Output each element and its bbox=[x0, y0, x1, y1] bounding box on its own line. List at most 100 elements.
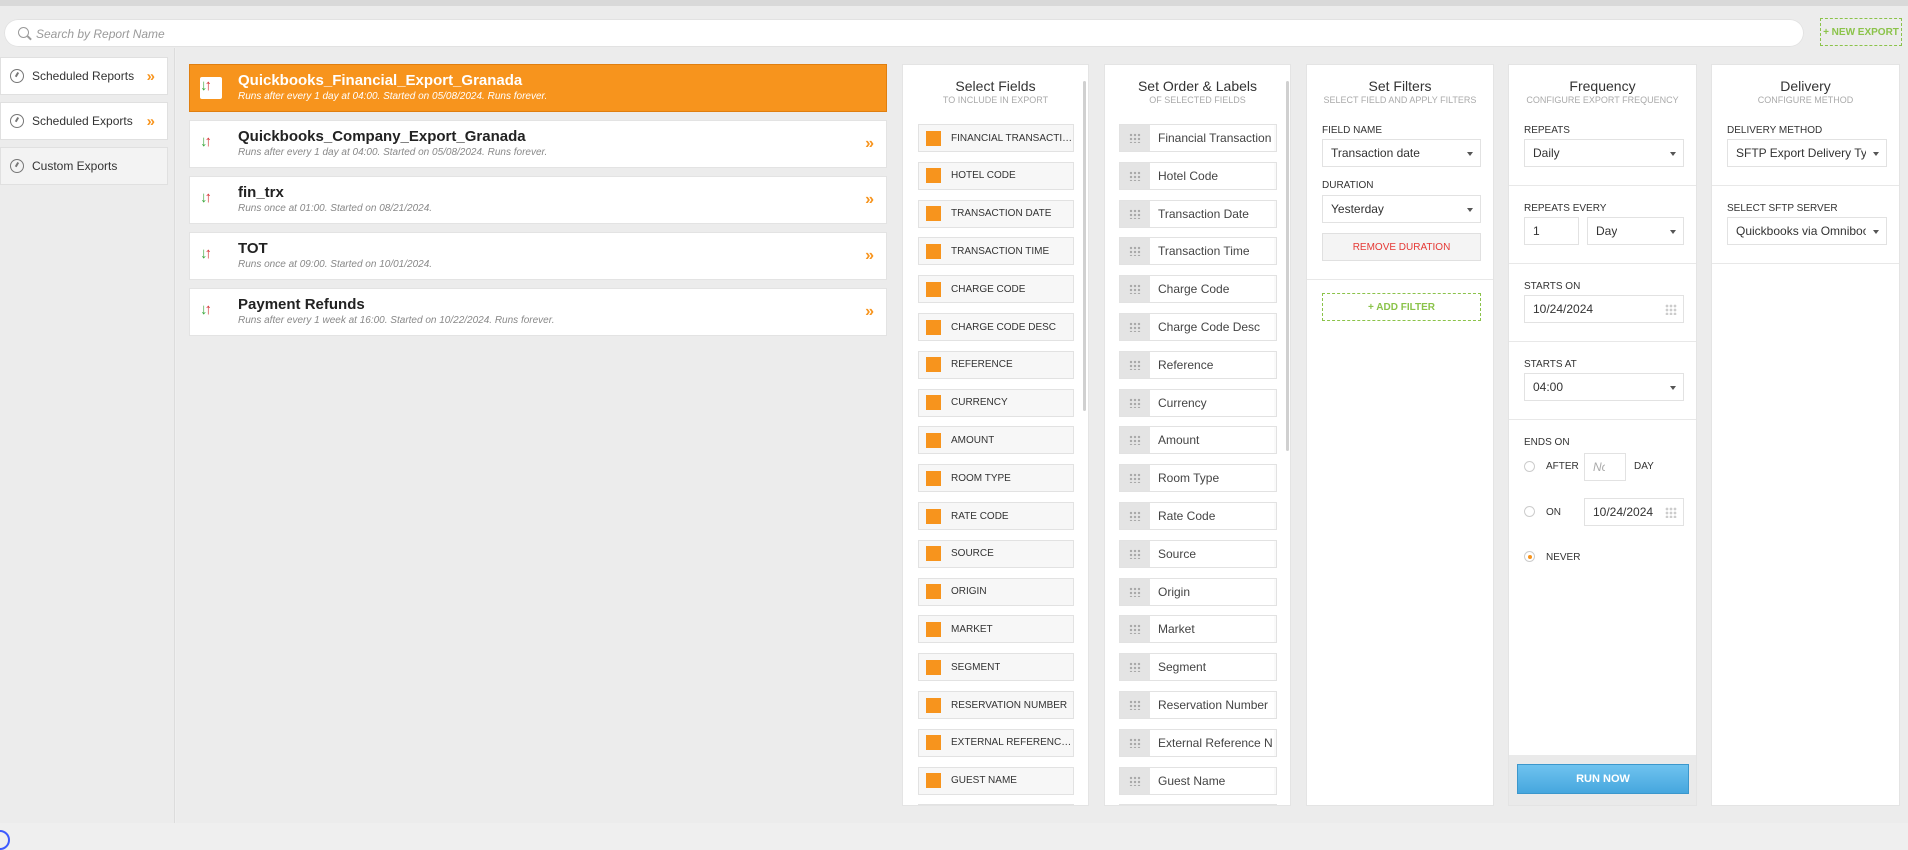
field-label-input[interactable] bbox=[1150, 805, 1274, 806]
double-chevron-right-icon[interactable]: » bbox=[865, 247, 874, 265]
checkbox-icon[interactable] bbox=[926, 659, 941, 675]
new-export-button[interactable]: + NEW EXPORT bbox=[1820, 18, 1902, 46]
field-label-input[interactable] bbox=[1150, 767, 1274, 794]
drag-handle-icon[interactable] bbox=[1120, 276, 1150, 303]
checkbox-icon[interactable] bbox=[926, 357, 941, 373]
field-option[interactable] bbox=[918, 804, 1074, 805]
ends-never-radio[interactable] bbox=[1524, 551, 1535, 562]
checkbox-icon[interactable] bbox=[926, 697, 941, 713]
field-label-input[interactable] bbox=[1150, 465, 1274, 492]
drag-handle-icon[interactable] bbox=[1120, 200, 1150, 227]
drag-handle-icon[interactable] bbox=[1120, 540, 1150, 567]
field-option[interactable]: GUEST NAME bbox=[918, 766, 1074, 795]
field-option[interactable]: AMOUNT bbox=[918, 426, 1074, 455]
field-option[interactable]: TRANSACTION TIME bbox=[918, 237, 1074, 266]
ends-on-date-input[interactable]: 10/24/2024 bbox=[1584, 498, 1684, 526]
drag-handle-icon[interactable] bbox=[1120, 389, 1150, 416]
checkbox-icon[interactable] bbox=[926, 281, 941, 297]
run-now-button[interactable]: RUN NOW bbox=[1517, 764, 1689, 794]
field-option[interactable]: SOURCE bbox=[918, 539, 1074, 568]
report-card[interactable]: ↓↑ fin_trx Runs once at 01:00. Started on … bbox=[189, 176, 887, 224]
drag-handle-icon[interactable] bbox=[1120, 692, 1150, 718]
field-label-input[interactable] bbox=[1150, 503, 1274, 529]
starts-at-select[interactable]: 04:00 bbox=[1524, 373, 1684, 401]
nav-item-custom-exports[interactable]: Custom Exports bbox=[0, 147, 168, 185]
duration-select[interactable]: Yesterday bbox=[1322, 195, 1481, 223]
field-label-input[interactable] bbox=[1150, 616, 1274, 643]
checkbox-icon[interactable] bbox=[926, 584, 941, 600]
field-option[interactable]: MARKET bbox=[918, 615, 1074, 644]
repeats-every-unit-select[interactable]: Day bbox=[1587, 217, 1684, 245]
double-chevron-right-icon[interactable]: » bbox=[865, 191, 874, 209]
delivery-method-select[interactable]: SFTP Export Delivery Type bbox=[1727, 139, 1887, 167]
drag-handle-icon[interactable] bbox=[1120, 503, 1150, 529]
field-option[interactable]: FINANCIAL TRANSACTION ID bbox=[918, 124, 1074, 152]
checkbox-icon[interactable] bbox=[926, 432, 941, 448]
scrollbar[interactable] bbox=[1286, 81, 1289, 451]
field-label-input[interactable] bbox=[1150, 351, 1274, 378]
field-option[interactable]: SEGMENT bbox=[918, 653, 1074, 682]
checkbox-icon[interactable] bbox=[926, 130, 941, 146]
ends-after-count-input[interactable]: No. bbox=[1584, 453, 1626, 481]
checkbox-icon[interactable] bbox=[926, 395, 941, 411]
drag-handle-icon[interactable] bbox=[1120, 162, 1150, 189]
field-option[interactable]: ROOM TYPE bbox=[918, 464, 1074, 493]
field-label-input[interactable] bbox=[1150, 427, 1274, 454]
checkbox-icon[interactable] bbox=[926, 168, 941, 184]
report-card[interactable]: ↓↑ Quickbooks_Company_Export_Granada Runs … bbox=[189, 120, 887, 168]
drag-handle-icon[interactable] bbox=[1120, 616, 1150, 643]
field-option[interactable]: TRANSACTION DATE bbox=[918, 199, 1074, 228]
field-label-input[interactable] bbox=[1150, 578, 1274, 605]
drag-handle-icon[interactable] bbox=[1120, 805, 1150, 806]
field-label-input[interactable] bbox=[1150, 125, 1274, 151]
field-option[interactable]: CHARGE CODE bbox=[918, 275, 1074, 304]
checkbox-icon[interactable] bbox=[926, 773, 941, 789]
starts-on-date-input[interactable]: 10/24/2024 bbox=[1524, 295, 1684, 323]
field-option[interactable]: CHARGE CODE DESC bbox=[918, 313, 1074, 341]
checkbox-icon[interactable] bbox=[926, 470, 941, 486]
calendar-icon[interactable] bbox=[1665, 507, 1677, 518]
repeats-every-input[interactable]: 1 bbox=[1524, 217, 1579, 245]
report-card[interactable]: ↓↑ Payment Refunds Runs after every 1 week… bbox=[189, 288, 887, 336]
field-label-input[interactable] bbox=[1150, 200, 1274, 227]
checkbox-icon[interactable] bbox=[926, 243, 941, 259]
calendar-icon[interactable] bbox=[1665, 304, 1677, 315]
drag-handle-icon[interactable] bbox=[1120, 654, 1150, 681]
add-filter-button[interactable]: + ADD FILTER bbox=[1322, 293, 1481, 321]
search-input[interactable] bbox=[34, 19, 1788, 49]
field-name-select[interactable]: Transaction date bbox=[1322, 139, 1481, 167]
sftp-server-select[interactable]: Quickbooks via Omniboos bbox=[1727, 217, 1887, 245]
drag-handle-icon[interactable] bbox=[1120, 351, 1150, 378]
ends-on-radio[interactable] bbox=[1524, 506, 1535, 517]
drag-handle-icon[interactable] bbox=[1120, 767, 1150, 794]
report-card[interactable]: ↓↑ TOT Runs once at 09:00. Started on 10/0… bbox=[189, 232, 887, 280]
checkbox-icon[interactable] bbox=[926, 621, 941, 637]
help-bubble-icon[interactable] bbox=[0, 830, 10, 850]
field-label-input[interactable] bbox=[1150, 276, 1274, 303]
drag-handle-icon[interactable] bbox=[1120, 729, 1150, 756]
drag-handle-icon[interactable] bbox=[1120, 465, 1150, 492]
checkbox-icon[interactable] bbox=[926, 319, 941, 335]
checkbox-icon[interactable] bbox=[926, 546, 941, 562]
field-label-input[interactable] bbox=[1150, 692, 1274, 718]
double-chevron-right-icon[interactable]: » bbox=[865, 135, 874, 153]
drag-handle-icon[interactable] bbox=[1120, 578, 1150, 605]
checkbox-icon[interactable] bbox=[926, 508, 941, 524]
checkbox-icon[interactable] bbox=[926, 206, 941, 222]
field-option[interactable]: RESERVATION NUMBER bbox=[918, 691, 1074, 719]
field-option[interactable]: RATE CODE bbox=[918, 502, 1074, 530]
field-label-input[interactable] bbox=[1150, 540, 1274, 567]
field-option[interactable]: HOTEL CODE bbox=[918, 161, 1074, 190]
field-option[interactable]: CURRENCY bbox=[918, 388, 1074, 417]
field-option[interactable]: EXTERNAL REFERENCE NU... bbox=[918, 728, 1074, 757]
field-option[interactable]: ORIGIN bbox=[918, 577, 1074, 606]
drag-handle-icon[interactable] bbox=[1120, 427, 1150, 454]
drag-handle-icon[interactable] bbox=[1120, 314, 1150, 340]
field-label-input[interactable] bbox=[1150, 238, 1274, 265]
remove-duration-button[interactable]: REMOVE DURATION bbox=[1322, 233, 1481, 261]
field-label-input[interactable] bbox=[1150, 729, 1274, 756]
drag-handle-icon[interactable] bbox=[1120, 125, 1150, 151]
field-label-input[interactable] bbox=[1150, 389, 1274, 416]
field-label-input[interactable] bbox=[1150, 654, 1274, 681]
field-label-input[interactable] bbox=[1150, 162, 1274, 189]
